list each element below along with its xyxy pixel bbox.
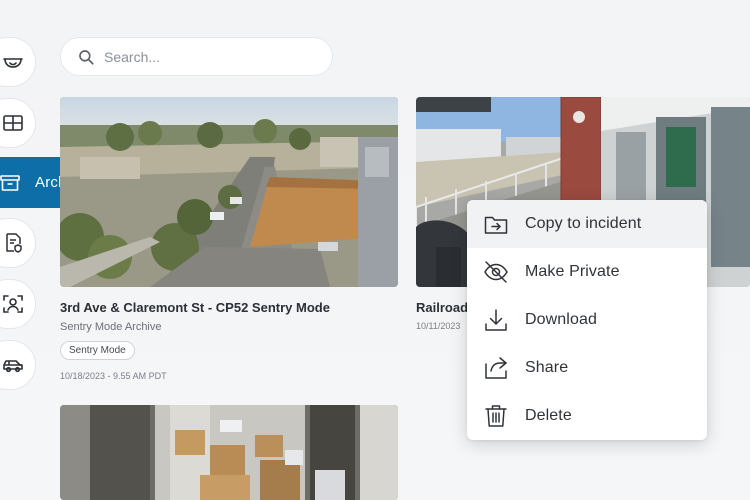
sidebar-item-layouts[interactable] [0,98,36,148]
street-camera-image [60,97,398,287]
grid-layout-icon [3,115,23,131]
sentry-mode-tag: Sentry Mode [60,341,135,360]
trash-icon [485,405,507,427]
menu-item-share[interactable]: Share [467,344,707,392]
sidebar-item-cameras[interactable] [0,37,36,87]
eye-off-icon [484,261,508,283]
archive-thumbnail[interactable] [60,405,398,500]
sidebar-item-people[interactable] [0,279,36,329]
search-input[interactable] [104,48,304,65]
context-menu: Copy to incident Make Private Download S… [467,200,707,440]
archive-box-icon [0,174,20,191]
card-title[interactable]: Railroad [416,300,468,315]
search-bar[interactable] [60,37,333,76]
menu-item-label: Share [525,359,569,376]
menu-item-label: Copy to incident [525,215,642,232]
sidebar-item-vehicles[interactable] [0,340,36,390]
menu-item-make-private[interactable]: Make Private [467,248,707,296]
menu-item-download[interactable]: Download [467,296,707,344]
shield-document-icon [6,233,22,253]
menu-item-label: Make Private [525,263,620,280]
search-icon [79,49,94,65]
card-title[interactable]: 3rd Ave & Claremont St - CP52 Sentry Mod… [60,300,330,315]
archive-thumbnail[interactable] [60,97,398,287]
dome-camera-icon [3,58,23,68]
copy-to-incident-icon [484,216,508,234]
menu-item-copy-to-incident[interactable]: Copy to incident [467,200,707,248]
download-icon [485,309,507,331]
sidebar-item-reports[interactable] [0,218,36,268]
menu-item-label: Delete [525,407,572,424]
card-subtitle: Sentry Mode Archive [60,321,162,333]
car-icon [3,360,23,373]
share-icon [485,357,507,379]
card-date: 10/11/2023 [416,321,461,331]
menu-item-delete[interactable]: Delete [467,392,707,440]
card-date: 10/18/2023 - 9.55 AM PDT [60,371,167,381]
warehouse-camera-image [60,405,398,500]
menu-item-label: Download [525,311,597,328]
face-scan-icon [3,295,23,313]
